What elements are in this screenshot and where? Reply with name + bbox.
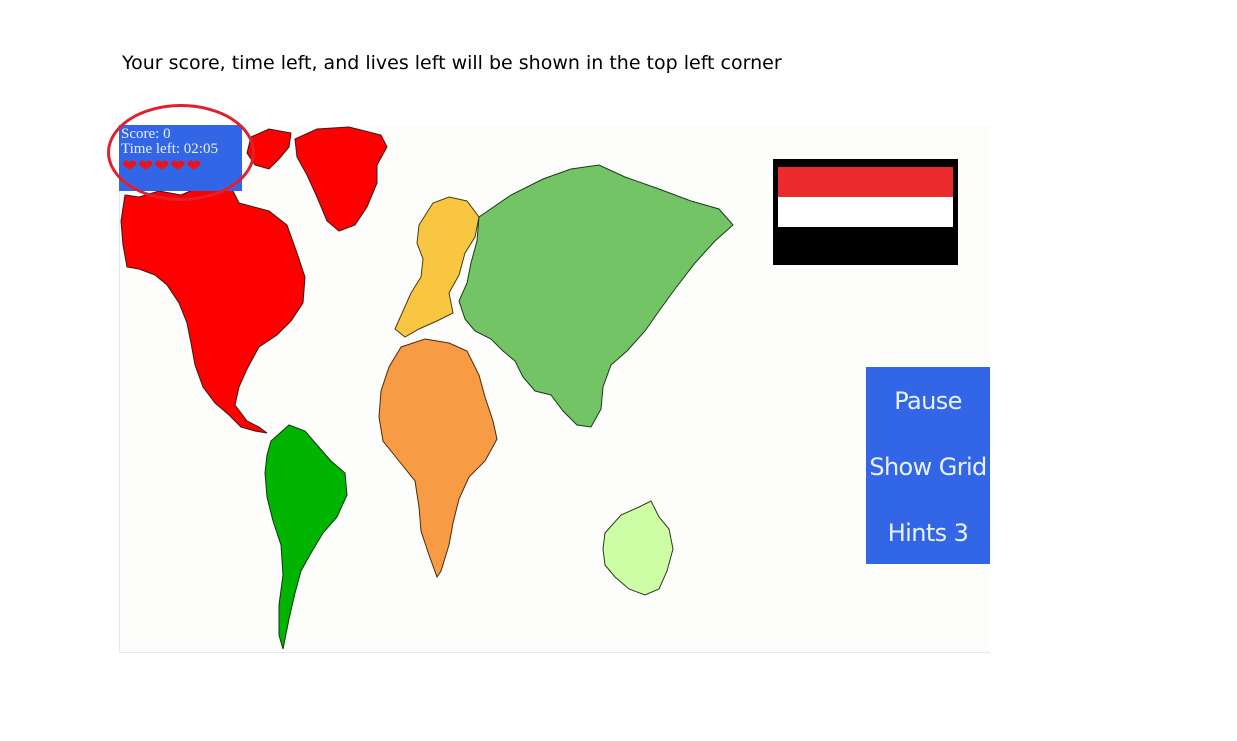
- continent-asia[interactable]: [458, 164, 734, 428]
- continent-greenland[interactable]: [294, 126, 388, 232]
- continent-australia[interactable]: [602, 500, 674, 596]
- flag-stripe-red: [778, 167, 953, 197]
- show-grid-button[interactable]: Show Grid: [866, 453, 990, 481]
- hints-button[interactable]: Hints 3: [866, 519, 990, 547]
- pause-button[interactable]: Pause: [866, 387, 990, 415]
- continent-north-america[interactable]: [120, 182, 306, 434]
- target-flag: [773, 159, 958, 265]
- flag-stripe-white: [778, 197, 953, 227]
- instruction-text: Your score, time left, and lives left wi…: [122, 52, 782, 74]
- continent-south-america[interactable]: [264, 424, 348, 650]
- world-map: [120, 126, 734, 650]
- control-panel: Pause Show Grid Hints 3: [866, 367, 990, 564]
- highlight-circle: [107, 104, 255, 201]
- continent-africa[interactable]: [378, 338, 498, 579]
